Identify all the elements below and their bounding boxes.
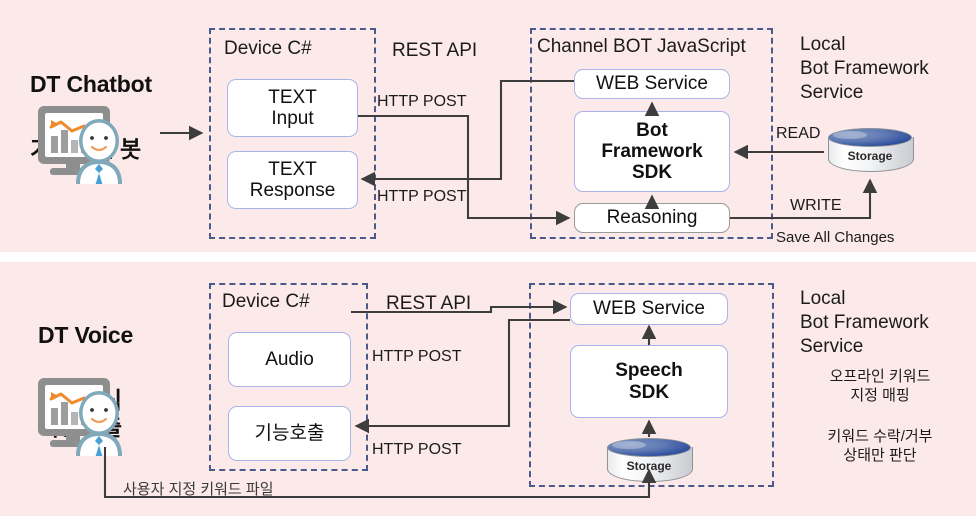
http-post-label-request: HTTP POST [372,348,462,365]
keyword-file-label: 사용자 지정 키워드 파일 [123,481,274,498]
audio-label: Audio [265,348,314,370]
text-input-label: TEXT Input [268,86,317,129]
text-response-label: TEXT Response [249,158,336,201]
text-response-node[interactable]: TEXT Response [227,151,358,209]
storage-top [607,438,691,457]
speech-sdk-label: Speech SDK [615,360,683,403]
storage-cylinder-chatbot[interactable]: Storage [826,127,914,177]
local-bot-framework-service-label-chatbot: Local Bot Framework Service [800,34,929,103]
scene-title-en: DT Chatbot [30,70,152,97]
note-keyword-accept-reject: 키워드 수락/거부 상태만 판단 [827,428,933,465]
reasoning-node[interactable]: Reasoning [574,203,730,233]
bot-framework-sdk-label: Bot Framework SDK [601,119,703,184]
web-service-label: WEB Service [596,73,708,95]
rest-api-label-chatbot: REST API [392,40,478,61]
http-post-label-response: HTTP POST [372,441,462,458]
read-label: READ [776,125,821,142]
audio-node[interactable]: Audio [228,332,351,387]
analyst-person-icon [32,372,150,458]
save-all-changes-label: Save All Changes [776,229,895,246]
storage-label: Storage [626,459,672,473]
write-label: WRITE [790,197,842,214]
diagram-canvas: DT Chatbot 기술지원 봇 [0,0,976,516]
storage-label: Storage [847,149,893,163]
web-service-node[interactable]: WEB Service [570,293,728,325]
reasoning-label: Reasoning [606,207,698,229]
note-offline-keyword-mapping: 오프라인 키워드 지정 매핑 [829,368,931,405]
http-post-label-response: HTTP POST [377,188,467,205]
rest-api-label-voice: REST API [386,293,472,314]
device-container-label: Device C# [224,38,312,59]
web-service-node[interactable]: WEB Service [574,69,730,99]
panel-dt-chatbot: DT Chatbot 기술지원 봇 [0,0,976,252]
storage-cylinder-voice[interactable]: Storage [605,437,693,487]
channel-container-label: Channel BOT JavaScript [537,36,746,57]
local-bot-framework-service-label-voice: Local Bot Framework Service [800,288,929,357]
function-call-node[interactable]: 기능호출 [228,406,351,461]
function-call-label: 기능호출 [254,422,325,444]
text-input-node[interactable]: TEXT Input [227,79,358,137]
web-service-label: WEB Service [593,298,705,320]
storage-top [828,128,912,147]
bot-framework-sdk-node[interactable]: Bot Framework SDK [574,111,730,192]
speech-sdk-node[interactable]: Speech SDK [570,345,728,418]
scene-title-en: DT Voice [38,321,134,348]
device-container-label: Device C# [222,291,310,312]
http-post-label-request: HTTP POST [377,93,467,110]
panel-dt-voice: DT Voice 음성인식 기능호출 [0,262,976,516]
analyst-person-icon [32,100,150,186]
